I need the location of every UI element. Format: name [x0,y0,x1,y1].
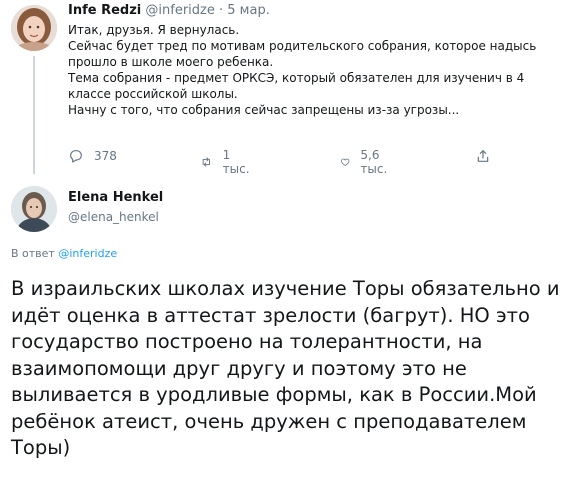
reply-text-line: выливается в уродливые формы, как в Росс… [11,383,537,406]
reply-text-line: Торы) [11,436,71,459]
retweet-icon [202,157,210,167]
tweet-text-line: классе российской школы. [68,87,238,101]
share-icon [477,150,489,162]
tweet-text-line: Итак, друзья. Я вернулась. [68,23,240,37]
avatar[interactable] [11,5,57,51]
tweet-text-line: Начну с того, что собрания сейчас запрещ… [68,103,460,117]
tweet-text: Итак, друзья. Я вернулась. Сейчас будет … [68,22,568,118]
heart-icon [341,158,350,166]
author-name[interactable]: Elena Henkel [68,190,163,205]
tweet-text-line: прошло в школе моего ребенка. [68,55,274,69]
author-handle[interactable]: @inferidze [145,3,214,18]
reply-text-line: идёт оценка в аттестат зрелости (багрут)… [11,303,530,327]
author-handle[interactable]: @elena_henkel [68,210,159,224]
reply-text-line: В израильских школах изучение Торы обяза… [11,277,560,300]
reply-prefix: В ответ [11,247,55,260]
reply-button[interactable]: 378 [68,148,117,164]
tweet-text-line: Тема собрания - предмет ОРКСЭ, который о… [68,71,525,85]
like-button[interactable]: 5,6 тыс. [340,148,393,176]
reply-text-line: ребёнок атеист, очень дружен с преподава… [11,409,527,433]
author-name[interactable]: Infe Redzi [68,3,141,18]
tweet-text-line: Сейчас будет тред по мотивам родительско… [68,39,537,53]
tweet-date[interactable]: 5 мар. [227,3,270,18]
avatar-photo [11,186,57,232]
retweet-button[interactable]: 1 тыс. [200,148,253,176]
share-button[interactable] [475,148,501,164]
meta-separator: · [219,3,224,18]
like-count: 5,6 тыс. [360,148,388,176]
reply-text-line: взаимопомощи друг другу и поэтому это не [11,356,467,380]
reply-count: 378 [94,149,117,163]
reply-to-link[interactable]: @inferidze [58,247,117,260]
avatar-photo [11,5,57,51]
reply-icon [70,150,82,163]
avatar[interactable] [11,186,57,232]
reply-text-line: государство построено на толерантности, … [11,330,483,353]
thread-connector [33,56,35,174]
tweet-header: Infe Redzi @inferidze · 5 мар. [68,3,270,18]
retweet-count: 1 тыс. [222,148,250,176]
reply-context: В ответ @inferidze [11,247,117,260]
reply-text: В израильских школах изучение Торы обяза… [11,276,581,462]
